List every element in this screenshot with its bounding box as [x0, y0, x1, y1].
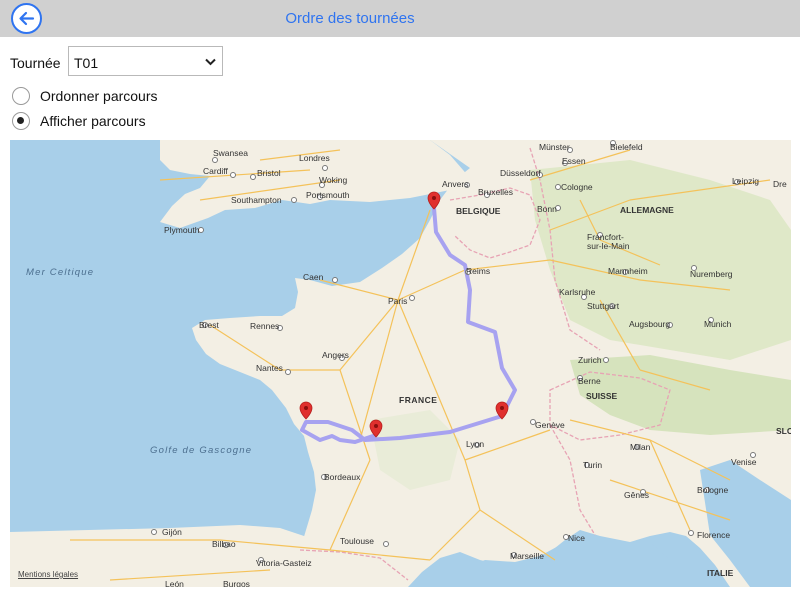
map-label-reims: Reims — [466, 266, 490, 276]
map-label-suisse: SUISSE — [586, 391, 618, 401]
map-label-southampton: Southampton — [231, 195, 282, 205]
map-label-allemagne: ALLEMAGNE — [620, 205, 674, 215]
map-label-bordeaux: Bordeaux — [324, 472, 361, 482]
map-label-bologne: Bologne — [697, 485, 728, 495]
radio-label: Afficher parcours — [40, 113, 146, 129]
map-label-zurich: Zurich — [578, 355, 602, 365]
map-label-florence: Florence — [697, 530, 730, 540]
map-label-berne: Berne — [578, 376, 601, 386]
radio-button[interactable] — [12, 112, 30, 130]
map-label-nice: Nice — [568, 533, 585, 543]
map-label-munster: Münster — [539, 142, 570, 152]
tournee-label: Tournée — [10, 55, 61, 71]
map-legal-link[interactable]: Mentions légales — [18, 570, 78, 579]
radio-ordonner-parcours[interactable]: Ordonner parcours — [12, 87, 192, 107]
map-label-leon: León — [165, 579, 184, 587]
map-label-dusseldorf: Düsseldorf — [500, 168, 541, 178]
map-label-stuttgart: Stuttgart — [587, 301, 620, 311]
map-label-mannheim: Mannheim — [608, 266, 648, 276]
map-label-swansea: Swansea — [213, 148, 248, 158]
chevron-down-icon — [205, 58, 216, 66]
map-label-cardiff: Cardiff — [203, 166, 229, 176]
map-label-augsbourg: Augsbourg — [629, 319, 670, 329]
map-label-turin: Turin — [583, 460, 602, 470]
map-label-francfort: Francfort-sur-le-Main — [587, 232, 630, 251]
tournee-select[interactable]: T01 — [68, 46, 223, 76]
map-label-portsmouth: Portsmouth — [306, 190, 350, 200]
map-label-toulouse: Toulouse — [340, 536, 374, 546]
map-label-venise: Venise — [731, 457, 757, 467]
map-label-milan: Milan — [630, 442, 651, 452]
map-label-caen: Caen — [303, 272, 324, 282]
map-label-rennes: Rennes — [250, 321, 279, 331]
radio-button[interactable] — [12, 87, 30, 105]
map-label-gijon: Gijón — [162, 527, 182, 537]
map-label-leipzig: Leipzig — [732, 176, 759, 186]
map-canvas: Swansea Cardiff Bristol Londres Woking S… — [10, 140, 791, 587]
map-label-france: FRANCE — [399, 395, 437, 405]
map-label-golfe-gascogne: Golfe de Gascogne — [150, 445, 252, 456]
map-label-paris: Paris — [388, 296, 407, 306]
route-map[interactable]: Swansea Cardiff Bristol Londres Woking S… — [10, 140, 791, 587]
radio-afficher-parcours[interactable]: Afficher parcours — [12, 112, 192, 132]
map-label-bristol: Bristol — [257, 168, 281, 178]
map-label-bonn: Bonn — [537, 204, 557, 214]
map-label-genes: Gênes — [624, 490, 649, 500]
map-label-brest: Brest — [199, 320, 219, 330]
radio-label: Ordonner parcours — [40, 88, 158, 104]
page-title: Ordre des tournées — [285, 10, 415, 27]
map-label-mer-celtique: Mer Celtique — [26, 267, 94, 278]
map-label-vitoria: Vitoria-Gasteiz — [256, 558, 312, 568]
map-label-dre: Dre — [773, 179, 787, 189]
map-label-munich: Munich — [704, 319, 732, 329]
map-label-bruxelles: Bruxelles — [478, 187, 513, 197]
map-label-essen: Essen — [562, 156, 586, 166]
map-label-woking: Woking — [319, 175, 347, 185]
map-label-bielefeld: Bielefeld — [610, 142, 643, 152]
map-label-plymouth: Plymouth — [164, 225, 200, 235]
map-label-angers: Angers — [322, 350, 349, 360]
map-label-italie: ITALIE — [707, 568, 734, 578]
tournee-select-value: T01 — [74, 55, 99, 71]
map-label-belgique: BELGIQUE — [456, 206, 501, 216]
map-label-slo: SLO — [776, 426, 791, 436]
map-label-cologne: Cologne — [561, 182, 593, 192]
map-label-geneve: Genève — [535, 420, 565, 430]
map-label-karlsruhe: Karlsruhe — [559, 287, 596, 297]
map-label-anvers: Anvers — [442, 179, 468, 189]
header-bar: Ordre des tournées — [0, 0, 800, 37]
map-label-nuremberg: Nuremberg — [690, 269, 733, 279]
map-label-nantes: Nantes — [256, 363, 283, 373]
map-label-marseille: Marseille — [510, 551, 544, 561]
map-label-lyon: Lyon — [466, 439, 484, 449]
map-label-londres: Londres — [299, 153, 330, 163]
map-label-bilbao: Bilbao — [212, 539, 236, 549]
map-label-burgos: Burgos — [223, 579, 250, 587]
